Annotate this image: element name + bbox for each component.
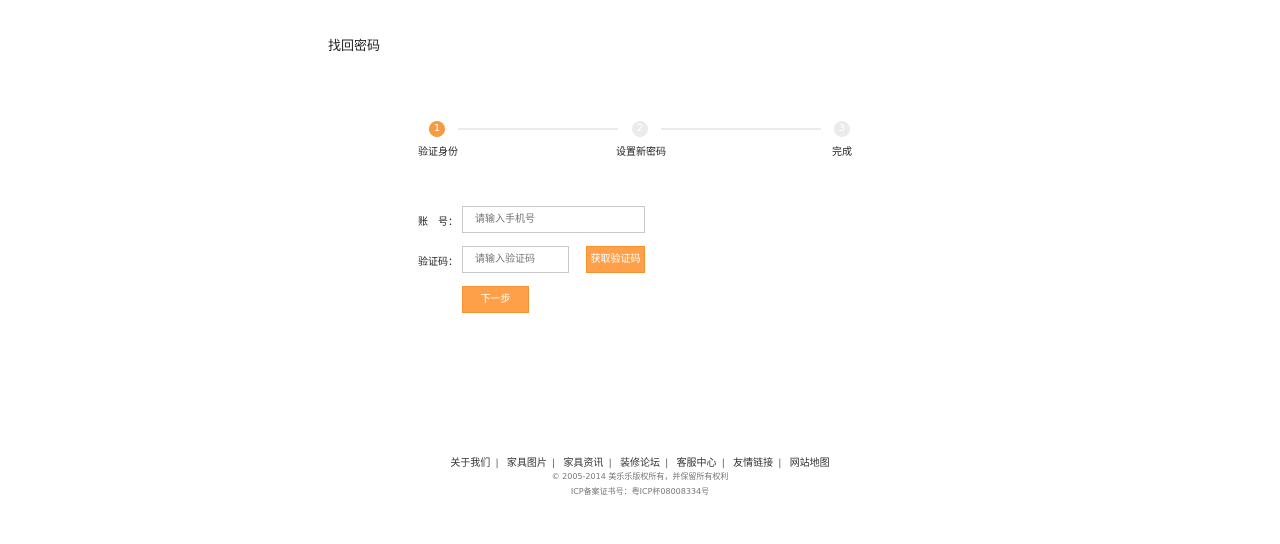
page-title: 找回密码 — [328, 39, 381, 54]
step-2-label: 设置新密码 — [616, 147, 666, 158]
account-input[interactable] — [462, 206, 645, 233]
step-connector — [661, 128, 821, 130]
step-connector — [458, 128, 618, 130]
step-3-label: 完成 — [832, 147, 852, 158]
footer-link-furniture-pictures[interactable]: 家具图片 — [507, 458, 547, 469]
code-label: 验证码： — [418, 257, 458, 268]
footer-link-about[interactable]: 关于我们 — [450, 458, 490, 469]
footer-link-sitemap[interactable]: 网站地图 — [790, 458, 830, 469]
icp-number: ICP备案证书号：粤ICP杯08008334号 — [570, 487, 710, 496]
get-code-button[interactable]: 获取验证码 — [586, 246, 645, 273]
copyright: © 2005-2014 美乐乐版权所有，并保留所有权利 — [551, 472, 729, 481]
footer-link-service[interactable]: 客服中心 — [677, 458, 717, 469]
footer-link-furniture-news[interactable]: 家具资讯 — [563, 458, 603, 469]
footer-link-forum[interactable]: 装修论坛 — [620, 458, 660, 469]
footer-link-friend-links[interactable]: 友情链接 — [733, 458, 773, 469]
code-input[interactable] — [462, 246, 569, 273]
account-label: 账 号： — [418, 217, 458, 228]
step-2-circle: 2 — [632, 121, 648, 137]
step-1-circle: 1 — [429, 121, 445, 137]
next-button[interactable]: 下一步 — [462, 286, 529, 313]
step-1-label: 验证身份 — [418, 147, 458, 158]
step-3-circle: 3 — [834, 121, 850, 137]
footer-links: 关于我们 | 家具图片 | 家具资讯 | 装修论坛 | 客服中心 | 友情链接 | 网站地图 — [450, 458, 830, 469]
